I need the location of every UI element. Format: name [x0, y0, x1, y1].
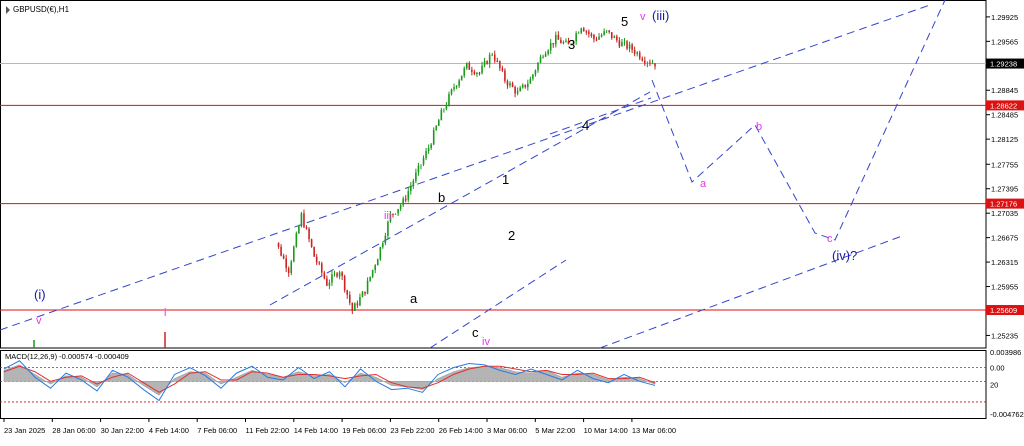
- gbpusd-chart-svg: 1.29925 1.29565 1.28845 1.28485 1.28125 1.277…: [0, 0, 1024, 435]
- wave-label-7: 2: [508, 228, 515, 243]
- level-label: 1.25609: [990, 306, 1017, 315]
- x-tick-label: 10 Mar 14:00: [584, 426, 628, 435]
- x-tick-label: 19 Feb 06:00: [342, 426, 386, 435]
- current-price-label: 1.29238: [990, 60, 1017, 69]
- x-tick-label: 13 Mar 06:00: [632, 426, 676, 435]
- y-tick-label: 1.25955: [991, 283, 1018, 292]
- main-pane-frame: [0, 0, 987, 349]
- wave-label-5: 4: [582, 118, 589, 133]
- level-label: 1.27176: [990, 200, 1017, 209]
- y-tick-label: 1.26675: [991, 234, 1018, 243]
- y-tick-label: 1.28125: [991, 135, 1018, 144]
- wave-label-17: b: [756, 121, 762, 133]
- chart-root: 1.29925 1.29565 1.28845 1.28485 1.28125 1.277…: [0, 0, 1024, 441]
- wave-label-10: c: [472, 325, 479, 340]
- wave-label-1: 5: [621, 14, 628, 29]
- chart-title: GBPUSD(€),H1: [13, 5, 70, 14]
- macd-title: MACD(12,26,9) -0.000574 -0.000409: [5, 352, 129, 361]
- wave-label-4: 3: [568, 37, 575, 52]
- wave-label-18: c: [827, 233, 833, 245]
- y-tick-label: 1.28845: [991, 86, 1018, 95]
- x-tick-label: 5 Mar 22:00: [535, 426, 575, 435]
- y-tick-label: 1.25235: [991, 331, 1018, 340]
- wave-label-19: (iv)?: [832, 248, 857, 263]
- x-tick-label: 26 Feb 14:00: [439, 426, 483, 435]
- x-tick-label: 11 Feb 22:00: [246, 426, 290, 435]
- y-tick-label: 1.29565: [991, 37, 1018, 46]
- y-tick-label: 1.27755: [991, 160, 1018, 169]
- macd-y-tick-label: -0.004762: [990, 410, 1024, 419]
- macd-y-tick-label: 0.003986: [990, 348, 1021, 357]
- x-tick-label: 14 Feb 14:00: [294, 426, 338, 435]
- wave-label-2: v: [640, 11, 646, 23]
- wave-label-12: iv: [482, 336, 490, 348]
- x-tick-label: 3 Mar 06:00: [487, 426, 527, 435]
- y-tick-label: 1.26315: [991, 258, 1018, 267]
- wave-label-8: b: [438, 190, 445, 205]
- y-tick-label: 1.27035: [991, 209, 1018, 218]
- y-tick-label: 1.27395: [991, 185, 1018, 194]
- x-tick-label: 30 Jan 22:00: [101, 426, 144, 435]
- wave-label-9: a: [410, 291, 418, 306]
- x-tick-label: 23 Feb 22:00: [390, 426, 434, 435]
- wave-label-15: (i): [34, 287, 46, 302]
- wave-label-14: v: [36, 315, 42, 327]
- x-tick-label: 4 Feb 14:00: [149, 426, 189, 435]
- level-label: 1.28622: [990, 101, 1017, 110]
- x-tick-label: 23 Jan 2025: [4, 426, 45, 435]
- x-tick-label: 7 Feb 06:00: [197, 426, 237, 435]
- y-tick-label: 1.29925: [991, 13, 1018, 22]
- wave-label-13: i: [164, 307, 166, 319]
- x-tick-label: 28 Jan 06:00: [52, 426, 95, 435]
- wave-label-3: (iii): [652, 8, 669, 23]
- y-tick-label: 1.28485: [991, 111, 1018, 120]
- macd-y-tick-label: 0.00: [990, 364, 1005, 373]
- wave-label-6: 1: [502, 172, 509, 187]
- macd-y-tick-label: 20: [990, 380, 998, 389]
- wave-label-16: a: [700, 178, 707, 190]
- wave-label-11: iii: [384, 210, 391, 222]
